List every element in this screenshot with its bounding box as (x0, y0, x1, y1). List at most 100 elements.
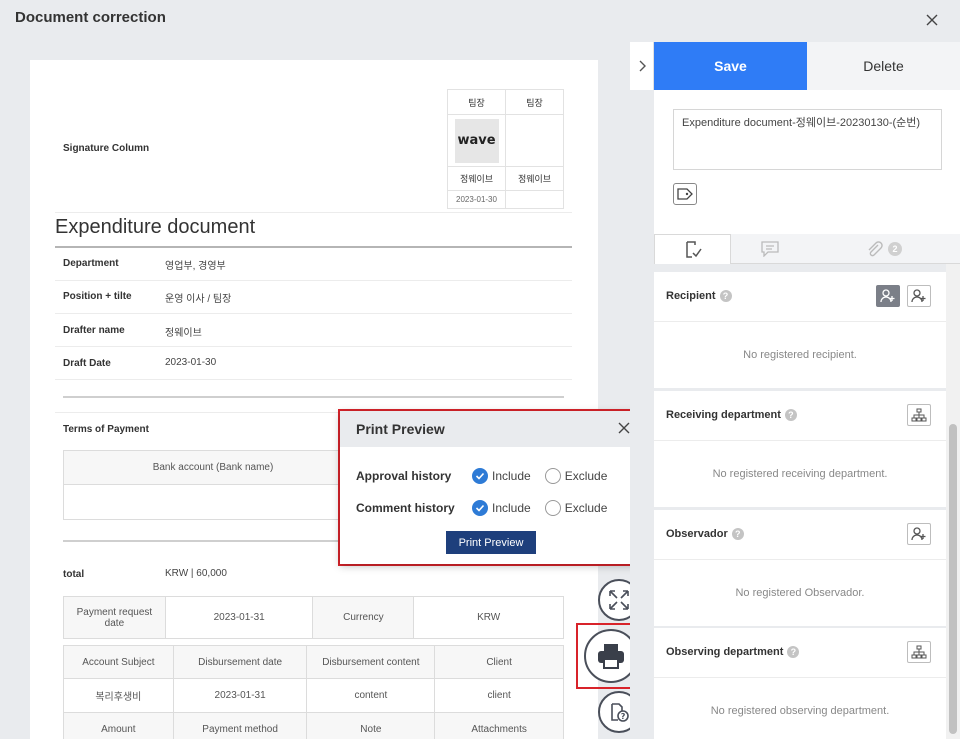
user-add-icon (911, 289, 926, 303)
chevron-right-icon (639, 60, 646, 72)
routing-panel: Recipient? No registered recipient. Rece… (654, 264, 946, 739)
attachments-count-badge: 2 (888, 241, 902, 256)
comment-include-option[interactable]: Include (472, 500, 531, 516)
panel-scrollbar[interactable] (946, 264, 960, 739)
receiving-department-section: Receiving department? No registered rece… (654, 391, 946, 507)
document-title: Expenditure document (55, 216, 256, 238)
table-header: Note (306, 712, 436, 739)
table-header: Client (434, 645, 564, 679)
section-title-text: Observador (666, 528, 728, 540)
field-label: Department (63, 258, 119, 269)
empty-state: No registered observing department. (710, 705, 890, 717)
payment-table: Payment request date 2023-01-31 Currency… (63, 596, 564, 639)
table-cell: client (434, 678, 564, 713)
empty-state: No registered receiving department. (712, 468, 888, 480)
approval-include-option[interactable]: Include (472, 468, 531, 484)
field-value: 운영 이사 / 팀장 (165, 294, 232, 305)
table-header: Attachments (434, 712, 564, 739)
check-icon[interactable] (472, 500, 488, 516)
divider (55, 212, 572, 213)
print-preview-button[interactable]: Print Preview (446, 531, 536, 554)
signature-name: 정웨이브 (505, 166, 564, 191)
user-add-icon (880, 289, 895, 303)
bank-account-header: Bank account (Bank name) (64, 451, 362, 485)
tab-attachments[interactable]: 2 (808, 234, 960, 264)
collapse-panel-button[interactable] (630, 42, 654, 90)
approval-exclude-option[interactable]: Exclude (544, 468, 607, 484)
section-title: Observing department? (666, 646, 800, 658)
org-chart-icon (911, 645, 927, 659)
currency-value: KRW (413, 596, 564, 639)
exclude-label: Exclude (564, 501, 608, 515)
print-preview-modal: Print Preview Approval history Include E… (340, 411, 645, 564)
section-header: Recipient? (654, 272, 946, 322)
add-receiving-department-button[interactable] (907, 404, 931, 426)
observador-section: Observador? No registered Observador. (654, 510, 946, 626)
signature-column-label: Signature Column (63, 143, 150, 154)
comment-history-label: Comment history (356, 501, 455, 515)
payment-request-date-label: Payment request date (63, 596, 166, 639)
delete-button[interactable]: Delete (807, 42, 960, 90)
check-icon[interactable] (472, 468, 488, 484)
tab-approval[interactable] (654, 234, 731, 264)
add-recipient-button[interactable] (907, 285, 931, 307)
tab-comments[interactable] (731, 234, 808, 264)
items-table: Account Subject Disbursement date Disbur… (63, 645, 564, 739)
field-value: 2023-01-30 (165, 357, 217, 368)
scrollbar-thumb[interactable] (949, 424, 957, 734)
tag-icon (677, 188, 693, 200)
empty-state: No registered recipient. (743, 349, 857, 361)
recipient-section: Recipient? No registered recipient. (654, 272, 946, 388)
approval-history-label: Approval history (356, 469, 452, 483)
help-icon[interactable]: ? (719, 290, 732, 302)
help-icon[interactable]: ? (731, 528, 744, 540)
comment-exclude-option[interactable]: Exclude (544, 500, 608, 516)
add-observador-button[interactable] (907, 523, 931, 545)
divider (55, 346, 572, 347)
table-header: Disbursement content (306, 645, 436, 679)
signature-stamp-cell: wave (447, 114, 506, 167)
signature-header: 팀장 (505, 89, 564, 115)
table-header: Account Subject (63, 645, 174, 679)
user-add-icon (911, 527, 926, 541)
radio-icon[interactable] (544, 468, 561, 484)
wave-stamp: wave (454, 118, 499, 163)
section-header: Observador? (654, 510, 946, 560)
document-area: Signature Column 팀장 팀장 wave 정웨이브 정웨이브 20… (0, 42, 630, 739)
document-title-input[interactable]: Expenditure document-정웨이브-20230130-(순번) (673, 109, 942, 170)
signature-date (505, 190, 564, 209)
comment-icon (760, 240, 779, 257)
field-label: Position + tilte (63, 291, 132, 302)
field-value: 정웨이브 (165, 328, 202, 339)
bank-account-box: Bank account (Bank name) (63, 450, 363, 520)
section-title-text: Recipient (666, 290, 716, 302)
table-header: Disbursement date (172, 645, 308, 679)
modal-title: Print Preview (356, 421, 445, 437)
help-icon[interactable]: ? (784, 409, 797, 421)
add-observing-department-button[interactable] (907, 641, 931, 663)
comment-history-row: Comment history Include Exclude (356, 500, 621, 516)
divider (55, 379, 572, 380)
save-button[interactable]: Save (654, 42, 807, 90)
tag-button[interactable] (673, 183, 697, 205)
table-header: Payment method (172, 712, 308, 739)
total-value: KRW | 60,000 (165, 568, 227, 579)
title-bar: Document correction (0, 0, 960, 42)
table-cell: 2023-01-31 (172, 678, 308, 713)
empty-state: No registered Observador. (735, 587, 865, 599)
radio-icon[interactable] (544, 500, 561, 516)
section-header: Observing department? (654, 628, 946, 678)
paperclip-icon (868, 240, 883, 256)
close-icon[interactable] (920, 8, 944, 32)
terms-label: Terms of Payment (63, 424, 149, 435)
title-underline (55, 246, 572, 248)
table-header: Amount (63, 712, 174, 739)
document-check-icon (685, 240, 702, 258)
field-label: Drafter name (63, 325, 125, 336)
table-cell: content (306, 678, 436, 713)
document-page: Signature Column 팀장 팀장 wave 정웨이브 정웨이브 20… (30, 60, 598, 739)
help-icon[interactable]: ? (787, 646, 800, 658)
recipient-selected-button[interactable] (876, 285, 900, 307)
field-label: Draft Date (63, 358, 111, 369)
approval-history-row: Approval history Include Exclude (356, 468, 621, 484)
